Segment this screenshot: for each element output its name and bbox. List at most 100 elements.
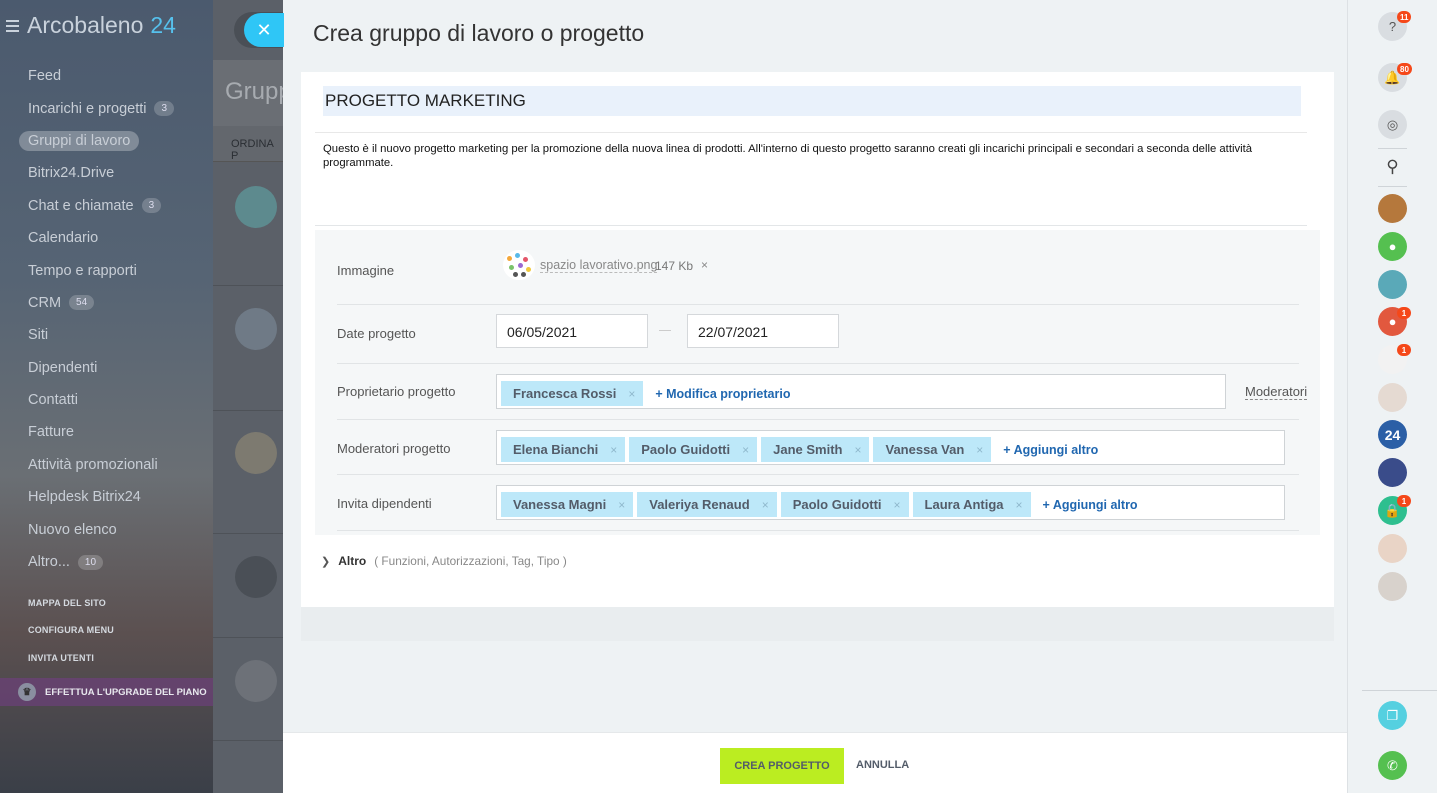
sidebar-link-invite-users[interactable]: INVITA UTENTI: [28, 653, 94, 663]
sidebar-item[interactable]: CRM 54: [18, 287, 208, 319]
upgrade-plan-label: EFFETTUA L'UPGRADE DEL PIANO: [45, 686, 207, 698]
remove-tag-icon[interactable]: ×: [628, 387, 635, 401]
sidebar-item-label: Bitrix24.Drive: [28, 165, 115, 182]
sidebar-item[interactable]: Dipendenti: [18, 352, 208, 384]
sidebar-item[interactable]: Incarichi e progetti 3: [18, 92, 208, 124]
sidebar-item[interactable]: Attività promozionali: [18, 449, 208, 481]
group-avatar[interactable]: [1378, 458, 1407, 487]
chevron-down-icon: ❯: [321, 555, 331, 568]
selected-user-tag[interactable]: Vanessa Van ×: [873, 437, 992, 462]
sidebar-item-label: Dipendenti: [28, 359, 98, 376]
upgrade-plan-button[interactable]: ♛ EFFETTUA L'UPGRADE DEL PIANO: [0, 678, 213, 706]
sidebar-item[interactable]: Helpdesk Bitrix24: [18, 481, 208, 513]
user-avatar[interactable]: [1378, 572, 1407, 601]
group-badge: 1: [1397, 344, 1411, 356]
group-avatar[interactable]: [1378, 270, 1407, 299]
sidebar-item[interactable]: Gruppi di lavoro: [18, 125, 208, 157]
remove-tag-icon[interactable]: ×: [894, 498, 901, 512]
sidebar-item-label: Contatti: [28, 392, 78, 409]
selected-user-tag[interactable]: Elena Bianchi ×: [501, 437, 626, 462]
chat-search-icon[interactable]: ◎: [1378, 110, 1407, 139]
project-settings-form: Immagine spazio lavorativo.png 147 Kb × …: [315, 230, 1320, 535]
sidebar-item-count: 10: [77, 554, 104, 570]
project-description-input[interactable]: Questo è il nuovo progetto marketing per…: [323, 142, 1308, 170]
remove-tag-icon[interactable]: ×: [610, 443, 617, 457]
remove-tag-icon[interactable]: ×: [742, 443, 749, 457]
sidebar-link-sitemap[interactable]: MAPPA DEL SITO: [28, 598, 106, 608]
moderators-selector[interactable]: Elena Bianchi × Paolo Guidotti × Jane Smith ×…: [496, 430, 1285, 465]
selected-user-tag[interactable]: Valeriya Renaud ×: [637, 492, 777, 517]
group-avatar: [235, 660, 277, 702]
image-file-name[interactable]: spazio lavorativo.png: [540, 258, 658, 273]
user-avatar[interactable]: [1378, 383, 1407, 412]
more-options-toggle[interactable]: ❯ Altro ( Funzioni, Autorizzazioni, Tag,…: [321, 554, 567, 568]
sidebar-item[interactable]: Altro... 10: [18, 546, 208, 578]
copy-icon[interactable]: ❐: [1378, 701, 1407, 730]
start-date-input[interactable]: 06/05/2021: [496, 314, 648, 348]
sidebar-link-configure-menu[interactable]: CONFIGURA MENU: [28, 625, 114, 635]
moderators-toggle-link[interactable]: Moderatori: [1245, 384, 1308, 400]
remove-tag-icon[interactable]: ×: [1016, 498, 1023, 512]
remove-tag-icon[interactable]: ×: [854, 443, 861, 457]
selected-user-tag[interactable]: Laura Antiga ×: [912, 492, 1031, 517]
selected-user-tag[interactable]: Jane Smith ×: [761, 437, 870, 462]
selected-user-tag[interactable]: Paolo Guidotti ×: [629, 437, 758, 462]
remove-image-button[interactable]: ×: [701, 258, 708, 272]
user-avatar[interactable]: [1378, 194, 1407, 223]
sidebar-item[interactable]: Nuovo elenco: [18, 513, 208, 545]
add-user-link[interactable]: + Modifica proprietario: [655, 387, 790, 401]
selected-user-tag[interactable]: Vanessa Magni ×: [501, 492, 634, 517]
sidebar-item-label: Chat e chiamate: [28, 197, 134, 214]
remove-tag-icon[interactable]: ×: [976, 443, 983, 457]
cancel-button[interactable]: ANNULLA: [856, 759, 909, 771]
sidebar-item[interactable]: Contatti: [18, 384, 208, 416]
sidebar-item-label: Gruppi di lavoro: [19, 130, 140, 151]
sidebar-item[interactable]: Fatture: [18, 416, 208, 448]
owner-selector[interactable]: Francesca Rossi × + Modifica proprietario: [496, 374, 1226, 409]
add-user-link[interactable]: + Aggiungi altro: [1003, 443, 1098, 457]
sidebar-item-label: Siti: [28, 327, 49, 344]
moderators-label: Moderatori progetto: [337, 441, 451, 456]
close-slider-button[interactable]: ✕: [244, 13, 284, 47]
close-icon: ✕: [256, 19, 272, 40]
sidebar-item[interactable]: Bitrix24.Drive: [18, 157, 208, 189]
sidebar-item[interactable]: Chat e chiamate 3: [18, 190, 208, 222]
group-avatar: [235, 186, 277, 228]
user-avatar[interactable]: ●: [1378, 232, 1407, 261]
app-name: Arcobaleno: [27, 12, 144, 38]
sidebar-item[interactable]: Siti: [18, 319, 208, 351]
app-name-suffix: 24: [150, 12, 176, 38]
selected-user-tag[interactable]: Paolo Guidotti ×: [780, 492, 909, 517]
create-project-slider: Crea gruppo di lavoro o progetto Questo …: [283, 0, 1347, 793]
help-badge: 11: [1397, 11, 1412, 23]
add-user-link[interactable]: + Aggiungi altro: [1043, 498, 1138, 512]
create-project-button[interactable]: CREA PROGETTO: [720, 748, 844, 784]
user-avatar[interactable]: [1378, 534, 1407, 563]
app-logo[interactable]: Arcobaleno 24: [6, 12, 176, 39]
selected-user-tag[interactable]: Francesca Rossi ×: [501, 381, 644, 406]
tag-label: Valeriya Renaud: [649, 497, 750, 512]
sidebar-item[interactable]: Calendario: [18, 222, 208, 254]
remove-tag-icon[interactable]: ×: [618, 498, 625, 512]
remove-tag-icon[interactable]: ×: [762, 498, 769, 512]
sidebar-item[interactable]: Tempo e rapporti: [18, 254, 208, 286]
image-thumbnail[interactable]: [503, 250, 535, 280]
tag-label: Jane Smith: [773, 442, 843, 457]
image-row: Immagine spazio lavorativo.png 147 Kb ×: [337, 230, 1299, 305]
menu-icon[interactable]: [6, 19, 19, 32]
project-name-input[interactable]: [323, 86, 1301, 116]
end-date-input[interactable]: 22/07/2021: [687, 314, 839, 348]
group-avatar-placeholder: [235, 556, 277, 598]
sidebar-item-label: Incarichi e progetti: [28, 100, 147, 117]
page-title: Crea gruppo di lavoro o progetto: [313, 20, 645, 46]
sidebar-item[interactable]: Feed: [18, 60, 208, 92]
chat-24-icon[interactable]: 24: [1378, 420, 1407, 449]
project-form-card: Questo è il nuovo progetto marketing per…: [301, 72, 1334, 607]
image-file-size: 147 Kb: [655, 259, 694, 273]
search-icon[interactable]: ⚲: [1378, 152, 1407, 181]
sidebar-item-label: Feed: [28, 68, 62, 85]
phone-icon[interactable]: ✆: [1378, 751, 1407, 780]
sidebar-item-label: Attività promozionali: [28, 456, 158, 473]
invite-selector[interactable]: Vanessa Magni × Valeriya Renaud × Paolo Guid…: [496, 485, 1285, 520]
sidebar-item-label: Altro...: [28, 554, 70, 571]
